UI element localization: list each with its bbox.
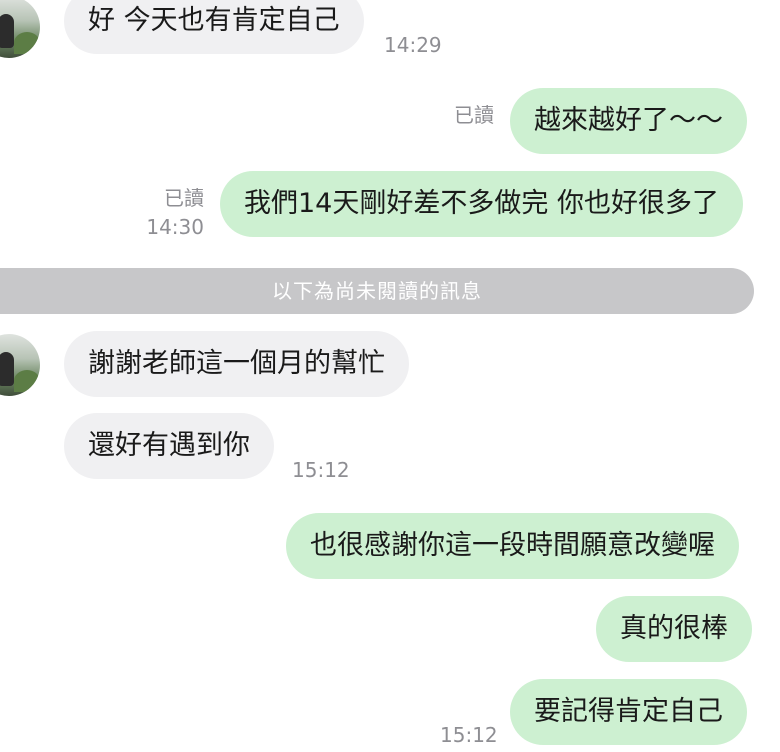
message-timestamp: 14:30 (146, 215, 204, 239)
incoming-message-bubble[interactable]: 還好有遇到你 (64, 413, 274, 479)
incoming-message-bubble[interactable]: 好 今天也有肯定自己 (64, 0, 364, 54)
message-timestamp: 15:12 (292, 458, 350, 482)
contact-avatar[interactable] (0, 334, 40, 396)
outgoing-message-bubble[interactable]: 也很感謝你這一段時間願意改變喔 (286, 513, 739, 579)
avatar-figure (0, 14, 14, 48)
unread-messages-divider: 以下為尚未閱讀的訊息 (0, 268, 754, 314)
message-timestamp: 14:29 (384, 33, 442, 57)
contact-avatar[interactable] (0, 0, 40, 58)
outgoing-message-bubble[interactable]: 我們14天剛好差不多做完 你也好很多了 (220, 171, 743, 237)
avatar-figure (0, 352, 14, 386)
avatar-foliage (14, 32, 40, 54)
read-receipt: 已讀 (454, 103, 494, 127)
outgoing-message-bubble[interactable]: 要記得肯定自己 (510, 679, 747, 745)
message-timestamp: 15:12 (440, 723, 498, 747)
avatar-foliage (14, 370, 40, 392)
read-receipt: 已讀 (164, 186, 204, 210)
outgoing-message-bubble[interactable]: 越來越好了～～ (510, 88, 747, 154)
outgoing-message-bubble[interactable]: 真的很棒 (596, 596, 752, 662)
incoming-message-bubble[interactable]: 謝謝老師這一個月的幫忙 (64, 331, 409, 397)
